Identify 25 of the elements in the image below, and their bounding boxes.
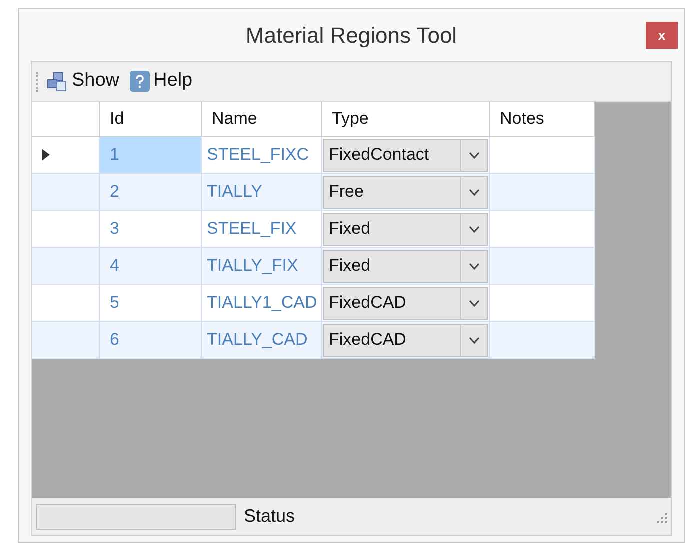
type-dropdown[interactable]: Fixed [323, 212, 488, 246]
type-dropdown[interactable]: Fixed [323, 250, 488, 282]
window-title: Material Regions Tool [246, 22, 458, 50]
type-dropdown[interactable]: Free [323, 176, 488, 208]
chevron-down-icon [468, 336, 480, 344]
table-cell: TIALLY_CAD [202, 322, 322, 359]
help-icon [130, 71, 150, 92]
chevron-down-icon [468, 152, 480, 158]
chevron-down-icon [468, 300, 480, 306]
help-button[interactable]: Help [128, 67, 195, 96]
table-cell: 1 [100, 137, 202, 174]
chevron-down-icon [468, 262, 480, 270]
row-header[interactable] [32, 322, 100, 359]
close-button[interactable]: x [646, 22, 678, 49]
type-dropdown[interactable]: FixedCAD [323, 324, 488, 356]
resize-grip-icon [655, 510, 667, 522]
table-cell: 6 [100, 322, 202, 359]
chevron-down-icon [468, 188, 480, 196]
show-button[interactable]: Show [44, 67, 122, 96]
type-dropdown[interactable]: FixedCAD [323, 286, 488, 320]
chevron-down-icon [468, 226, 480, 232]
cubes-icon [46, 70, 68, 92]
row-pointer-icon [42, 149, 50, 161]
type-dropdown[interactable]: FixedContact [323, 138, 488, 172]
status-text: Status [244, 505, 296, 528]
